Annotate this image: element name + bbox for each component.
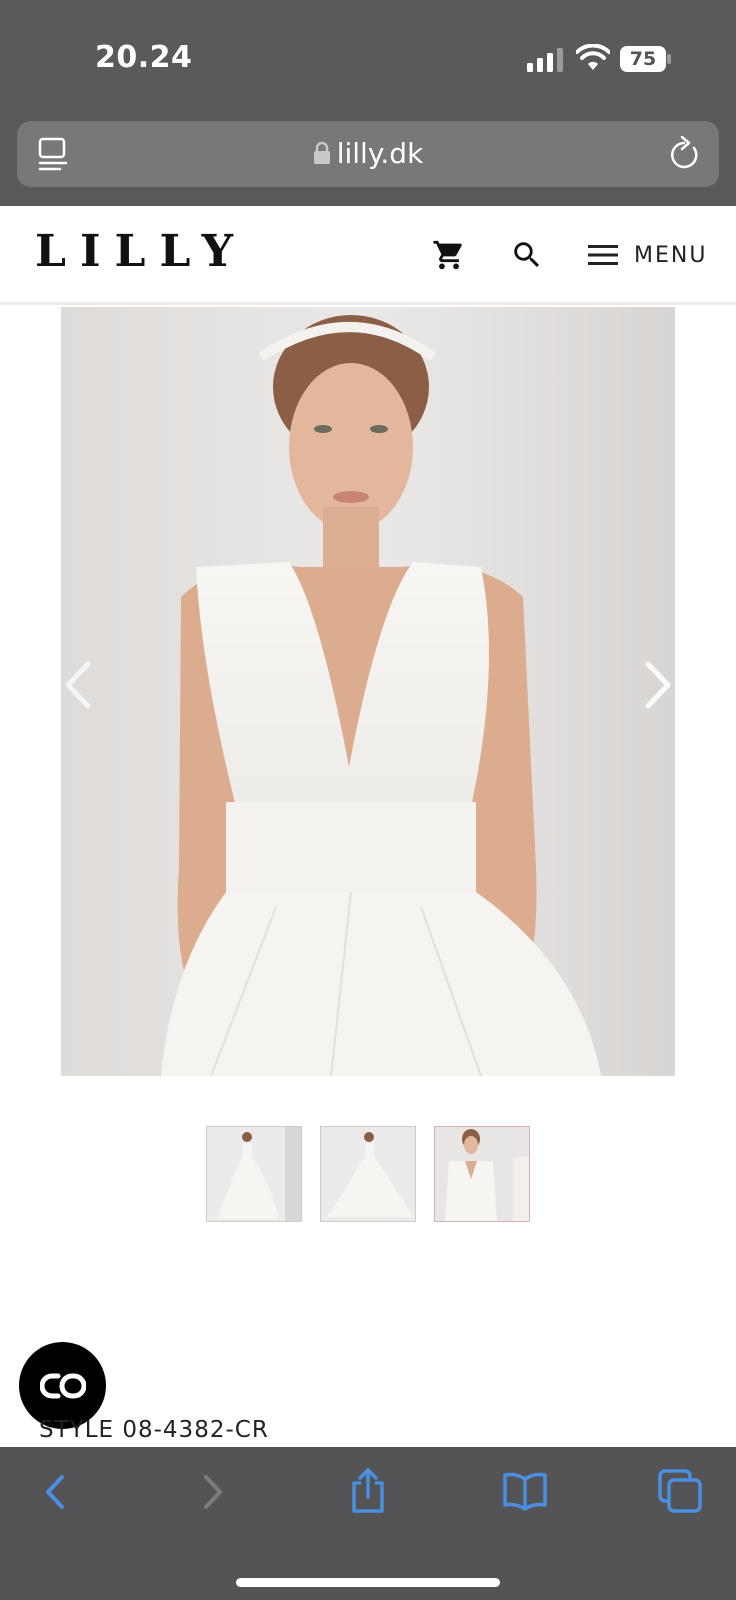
lilly-logo[interactable]: LILLY (35, 226, 247, 277)
home-indicator (236, 1578, 500, 1587)
url-text: lilly.dk (336, 137, 424, 170)
menu-button[interactable]: MENU (588, 236, 707, 274)
bookmarks-icon[interactable] (502, 1471, 548, 1511)
browser-toolbar (0, 1447, 736, 1600)
menu-label: MENU (634, 242, 708, 268)
status-time: 20.24 (95, 40, 193, 75)
search-icon[interactable] (510, 238, 544, 272)
battery-icon: 75 (620, 46, 672, 72)
battery-level: 75 (629, 48, 657, 70)
cart-icon[interactable] (432, 238, 466, 272)
thumbnail-strip (206, 1126, 530, 1222)
lock-icon (313, 141, 330, 164)
url-display[interactable]: lilly.dk (17, 137, 719, 170)
product-image[interactable] (61, 307, 675, 1076)
thumbnail-front[interactable] (206, 1126, 302, 1222)
previous-image-arrow-icon[interactable] (60, 660, 94, 710)
forward-arrow-icon[interactable] (198, 1471, 228, 1513)
hamburger-icon (588, 245, 618, 265)
share-icon[interactable] (348, 1467, 388, 1515)
thumbnail-closeup[interactable] (434, 1126, 530, 1222)
chat-icon (40, 1373, 86, 1399)
wifi-icon (576, 44, 610, 70)
back-arrow-icon[interactable] (40, 1471, 70, 1513)
chat-button[interactable] (19, 1342, 106, 1429)
next-image-arrow-icon[interactable] (642, 660, 676, 710)
product-style-code: STYLE 08-4382-CR (39, 1417, 269, 1443)
thumbnail-back[interactable] (320, 1126, 416, 1222)
reload-icon[interactable] (667, 136, 701, 172)
status-bar: 20.24 75 lilly.dk (0, 0, 736, 206)
tabs-icon[interactable] (658, 1469, 702, 1513)
cellular-signal-icon (527, 48, 563, 72)
address-bar[interactable]: lilly.dk (17, 121, 719, 187)
site-header: LILLY MENU (0, 206, 736, 305)
